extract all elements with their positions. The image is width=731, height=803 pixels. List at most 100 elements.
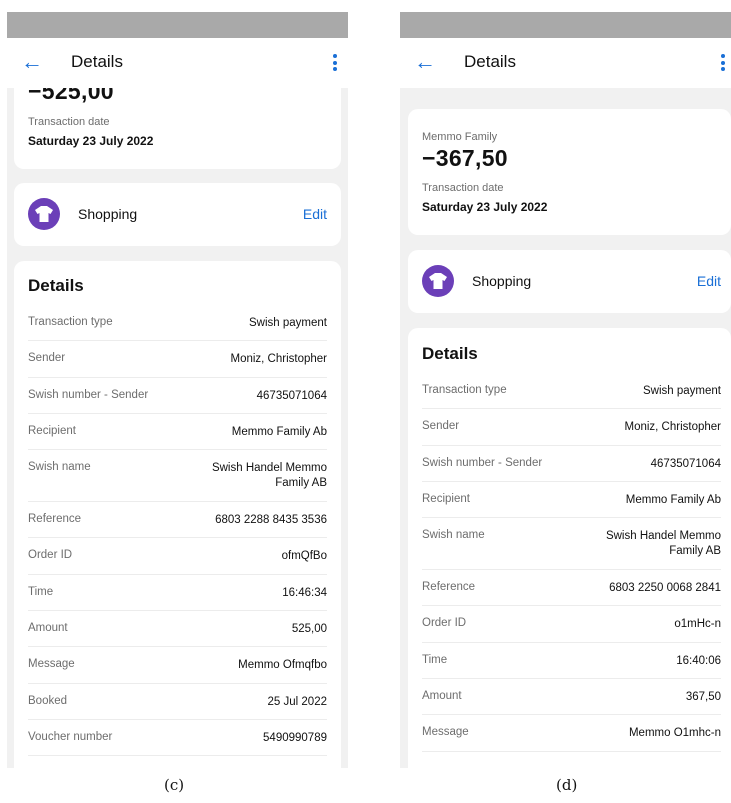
transaction-date-label: Transaction date [422, 182, 504, 194]
detail-value: 5490990789 [263, 731, 327, 744]
more-vertical-icon[interactable] [721, 54, 725, 71]
category-label: Shopping [472, 273, 532, 289]
transaction-summary-card: Memmo Family −367,50 Transaction date Sa… [408, 109, 731, 235]
transaction-amount: −525,00 [28, 88, 114, 104]
transaction-amount: −367,50 [422, 145, 508, 171]
detail-value: 6803 2288 8435 3536 [215, 514, 327, 527]
details-card: Details Transaction type Swish payment Sen… [408, 328, 731, 768]
detail-row: Booked 25 Jul 2022 [28, 684, 327, 720]
detail-key: Reference [422, 581, 476, 594]
detail-row: Message Memmo O1mhc-n [422, 715, 721, 752]
detail-value: Swish payment [643, 385, 721, 397]
detail-value: 46735071064 [256, 389, 327, 402]
detail-key: Message [422, 726, 469, 739]
tshirt-icon [422, 265, 454, 297]
detail-row: Transaction type Swish payment [28, 305, 327, 342]
detail-row: Swish name Swish Handel Memmo Family AB [28, 450, 327, 503]
detail-row: Amount 367,50 [422, 679, 721, 716]
detail-value: 6803 2250 0068 2841 [609, 582, 721, 595]
content-scroll[interactable]: Memmo Family −367,50 Transaction date Sa… [400, 88, 731, 768]
detail-key: Time [28, 585, 54, 598]
status-bar [400, 12, 731, 38]
detail-key: Order ID [422, 617, 467, 630]
details-heading: Details [28, 276, 84, 295]
detail-value: Swish payment [249, 317, 327, 329]
category-label: Shopping [78, 206, 138, 222]
details-card: Details Transaction type Swish payment Sen… [14, 261, 341, 768]
detail-value: Memmo Ofmqfbo [238, 659, 327, 672]
detail-row: Transaction type Swish payment [422, 373, 721, 410]
category-card: Shopping Edit [14, 183, 341, 246]
detail-row: Recipient Memmo Family Ab [422, 482, 721, 519]
detail-row: Sender Moniz, Christopher [422, 409, 721, 446]
detail-value: Moniz, Christopher [624, 421, 721, 434]
caption-c: (c) [164, 776, 185, 794]
transaction-date: Saturday 23 July 2022 [422, 200, 548, 214]
detail-key: Swish name [422, 529, 485, 542]
detail-row: Order ID ofmQfBo [28, 538, 327, 575]
detail-row: Reference 6803 2288 8435 3536 [28, 502, 327, 539]
more-vertical-icon[interactable] [333, 54, 337, 71]
detail-key: Sender [28, 352, 66, 365]
detail-key: Swish number - Sender [28, 388, 149, 401]
detail-key: Recipient [28, 424, 76, 437]
detail-row: Message Memmo Ofmqfbo [28, 647, 327, 684]
detail-row: Reference 6803 2250 0068 2841 [422, 570, 721, 607]
detail-key: Recipient [422, 492, 470, 505]
detail-value: 25 Jul 2022 [267, 695, 327, 708]
detail-key: Voucher number [28, 730, 113, 743]
detail-value: ofmQfBo [281, 550, 327, 563]
detail-value: 46735071064 [650, 457, 721, 470]
detail-key: Order ID [28, 549, 73, 562]
detail-key: Swish name [28, 461, 91, 474]
page-title: Details [71, 52, 123, 71]
details-heading: Details [422, 344, 478, 363]
detail-key: Sender [422, 420, 460, 433]
app-bar: ← Details [7, 38, 348, 88]
transaction-date-label: Transaction date [28, 116, 110, 128]
transaction-summary-card: −525,00 Transaction date Saturday 23 Jul… [14, 88, 341, 169]
edit-category-button[interactable]: Edit [303, 206, 327, 222]
detail-row: Time 16:40:06 [422, 643, 721, 680]
detail-value: 16:40:06 [676, 654, 721, 667]
details-list: Transaction type Swish payment Sender Moniz… [422, 373, 721, 752]
category-card: Shopping Edit [408, 250, 731, 313]
detail-row: Swish number - Sender 46735071064 [422, 446, 721, 482]
detail-value: 16:46:34 [282, 586, 327, 599]
back-arrow-icon[interactable]: ← [21, 49, 43, 75]
detail-row: Swish name Swish Handel Memmo Family AB [422, 518, 721, 571]
detail-value: o1mHc-n [674, 618, 721, 631]
detail-value: Moniz, Christopher [230, 353, 327, 366]
status-bar [7, 12, 348, 38]
screenshot-d: ← Details Memmo Family −367,50 Transacti… [400, 12, 731, 768]
detail-row: Sender Moniz, Christopher [28, 341, 327, 378]
detail-row: Time 16:46:34 [28, 575, 327, 612]
back-arrow-icon[interactable]: ← [414, 49, 436, 75]
detail-value: Memmo Family Ab [231, 425, 327, 438]
detail-row: Order ID o1mHc-n [422, 606, 721, 643]
detail-row: Swish number - Sender 46735071064 [28, 378, 327, 414]
detail-key: Time [422, 653, 448, 666]
detail-key: Transaction type [28, 316, 113, 328]
detail-value: 367,50 [685, 691, 721, 704]
transaction-date: Saturday 23 July 2022 [28, 134, 154, 148]
details-list: Transaction type Swish payment Sender Moniz… [28, 305, 327, 757]
detail-value: Swish Handel Memmo Family AB [211, 462, 327, 490]
detail-key: Amount [28, 622, 68, 635]
detail-row: Recipient Memmo Family Ab [28, 414, 327, 451]
detail-value: Memmo Family Ab [625, 493, 721, 506]
edit-category-button[interactable]: Edit [697, 273, 721, 289]
detail-row: Amount 525,00 [28, 611, 327, 648]
detail-key: Transaction type [422, 384, 507, 396]
page-title: Details [464, 52, 516, 71]
detail-key: Message [28, 658, 75, 671]
content-scroll[interactable]: −525,00 Transaction date Saturday 23 Jul… [7, 88, 348, 768]
tshirt-icon [28, 198, 60, 230]
detail-key: Swish number - Sender [422, 456, 543, 469]
app-bar: ← Details [400, 38, 731, 88]
merchant-name: Memmo Family [422, 131, 498, 143]
detail-value: 525,00 [291, 623, 327, 636]
detail-value: Memmo O1mhc-n [628, 727, 721, 740]
detail-value: Swish Handel Memmo Family AB [605, 530, 721, 558]
caption-d: (d) [556, 776, 578, 794]
